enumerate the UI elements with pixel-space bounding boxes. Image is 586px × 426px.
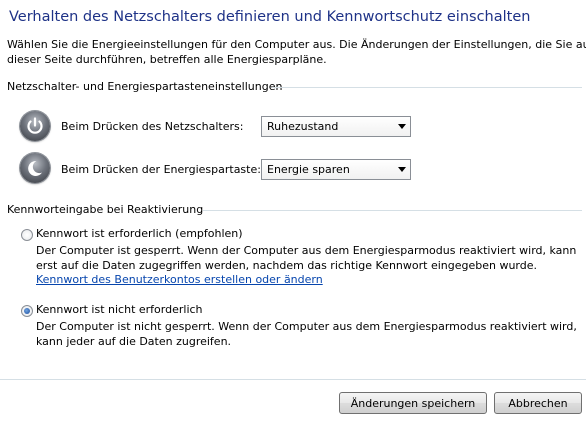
- password-section-heading: Kennworteingabe bei Reaktivierung: [7, 203, 204, 216]
- radio-password-not-required[interactable]: [21, 305, 33, 317]
- save-changes-button[interactable]: Änderungen speichern: [339, 392, 487, 414]
- radio-password-required-label[interactable]: Kennwort ist erforderlich (empfohlen): [36, 227, 243, 240]
- power-button-label: Beim Drücken des Netzschalters:: [61, 120, 244, 133]
- sleep-button-select[interactable]: Energie sparen: [261, 159, 411, 180]
- intro-line-2: dieser Seite durchführen, betreffen alle…: [7, 53, 327, 66]
- power-icon: [20, 111, 50, 141]
- intro-text: Wählen Sie die Energieeinstellungen für …: [7, 37, 586, 67]
- password-required-desc-line-2: erst auf die Daten zugegriffen werden, n…: [36, 259, 538, 272]
- page-title: Verhalten des Netzschalters definieren u…: [9, 9, 531, 25]
- cancel-button[interactable]: Abbrechen: [494, 392, 582, 414]
- footer-divider: [0, 379, 586, 380]
- power-section-heading: Netzschalter- und Energiespartasteneinst…: [7, 80, 283, 93]
- intro-line-1: Wählen Sie die Energieeinstellungen für …: [7, 38, 586, 51]
- chevron-down-icon: [394, 117, 410, 136]
- password-not-required-desc-line-1: Der Computer ist nicht gesperrt. Wenn de…: [36, 320, 577, 333]
- password-section-divider: [203, 210, 582, 211]
- power-section-divider: [272, 87, 582, 88]
- password-not-required-description: Der Computer ist nicht gesperrt. Wenn de…: [36, 319, 577, 349]
- password-required-desc-line-1: Der Computer ist gesperrt. Wenn der Comp…: [36, 244, 577, 257]
- sleep-moon-icon: [20, 153, 50, 183]
- power-button-select[interactable]: Ruhezustand: [261, 116, 411, 137]
- radio-password-required[interactable]: [21, 229, 33, 241]
- power-button-select-value: Ruhezustand: [267, 120, 339, 133]
- sleep-button-label: Beim Drücken der Energiespartaste:: [61, 163, 261, 176]
- radio-password-not-required-label[interactable]: Kennwort ist nicht erforderlich: [36, 303, 203, 316]
- create-password-link[interactable]: Kennwort des Benutzerkontos erstellen od…: [36, 273, 323, 286]
- chevron-down-icon: [394, 160, 410, 179]
- sleep-button-select-value: Energie sparen: [267, 163, 350, 176]
- password-required-description: Der Computer ist gesperrt. Wenn der Comp…: [36, 243, 576, 273]
- password-not-required-desc-line-2: kann jeder auf die Daten zugreifen.: [36, 335, 232, 348]
